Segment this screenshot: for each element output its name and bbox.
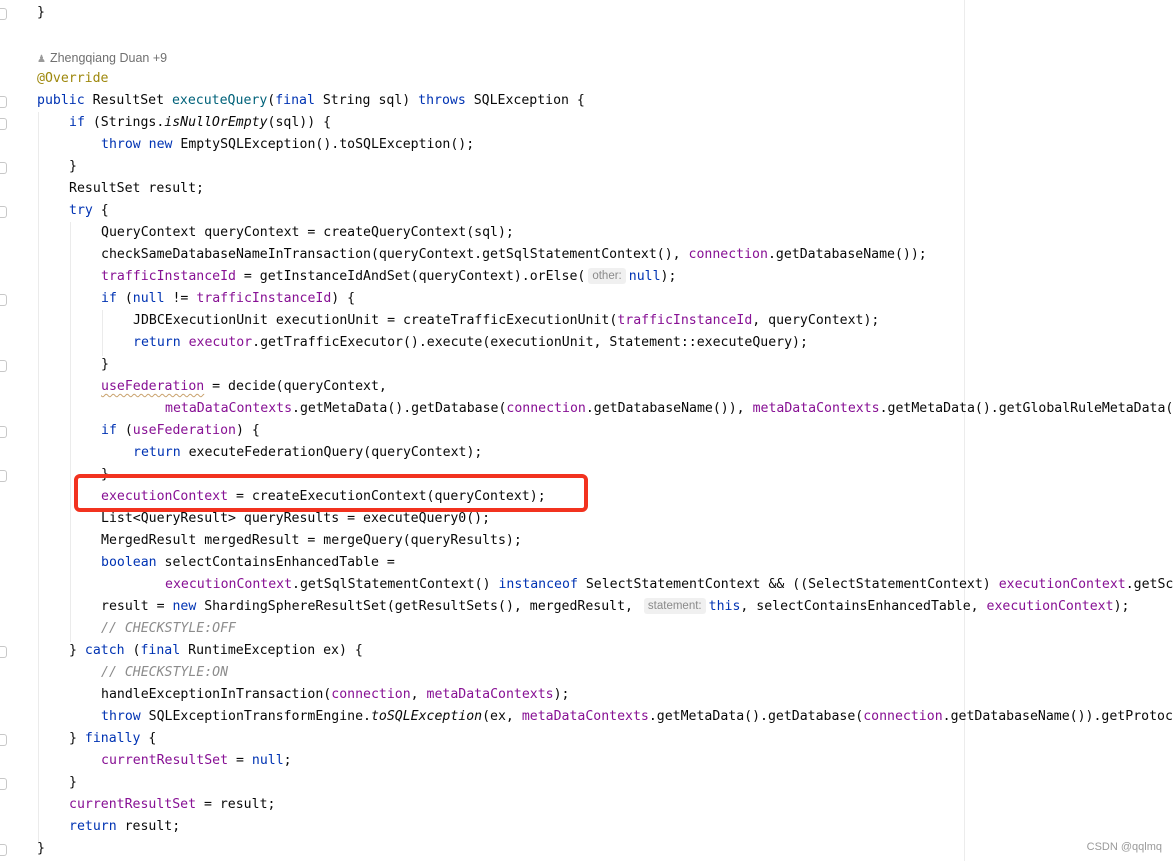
code-line: return executor.getTrafficExecutor().exe…	[133, 335, 808, 350]
code-line: } finally {	[69, 731, 157, 746]
author-name: Zhengqiang Duan +9	[49, 51, 168, 65]
code-line: } catch (final RuntimeException ex) {	[69, 643, 363, 658]
code-line: trafficInstanceId = getInstanceIdAndSet(…	[101, 268, 677, 284]
code-line: throw new EmptySQLException().toSQLExcep…	[101, 137, 475, 152]
author-inlay[interactable]: ♟ Zhengqiang Duan +9	[37, 48, 167, 68]
code-line: return result;	[69, 819, 181, 834]
red-highlight-box	[74, 474, 588, 512]
code-line: throw SQLExceptionTransformEngine.toSQLE…	[101, 709, 1173, 724]
indent-guide	[102, 310, 103, 356]
code-line: }	[37, 841, 45, 856]
code-line: boolean selectContainsEnhancedTable =	[101, 555, 395, 570]
code-line: handleExceptionInTransaction(connection,…	[101, 687, 570, 702]
code-line: MergedResult mergedResult = mergeQuery(q…	[101, 533, 522, 548]
code-line: executionContext.getSqlStatementContext(…	[165, 577, 1174, 592]
code-line: @Override	[37, 71, 109, 86]
code-line: if (Strings.isNullOrEmpty(sql)) {	[69, 115, 332, 130]
person-icon: ♟	[37, 54, 46, 65]
code-line: QueryContext queryContext = createQueryC…	[101, 225, 514, 240]
indent-guide	[70, 222, 71, 642]
parameter-hint: other:	[588, 268, 626, 284]
code-line: }	[101, 357, 109, 372]
code-line: // CHECKSTYLE:OFF	[101, 621, 236, 636]
code-line: public ResultSet executeQuery(final Stri…	[37, 93, 585, 108]
code-line: currentResultSet = result;	[69, 797, 276, 812]
code-line: result = new ShardingSphereResultSet(get…	[101, 598, 1130, 614]
watermark: CSDN @qqlmq	[1086, 841, 1162, 853]
parameter-hint: statement:	[643, 598, 706, 614]
code-line: if (useFederation) {	[101, 423, 260, 438]
code-line: currentResultSet = null;	[101, 753, 292, 768]
code-editor[interactable]: } ♟ Zhengqiang Duan +9 @Override public R…	[0, 0, 1176, 861]
code-line: useFederation = decide(queryContext,	[101, 379, 387, 394]
code-line: if (null != trafficInstanceId) {	[101, 291, 356, 306]
code-line: try {	[69, 203, 109, 218]
indent-guide	[38, 112, 39, 844]
code-line: }	[69, 775, 77, 790]
code-line: }	[37, 5, 45, 20]
code-line: }	[69, 159, 77, 174]
code-line: return executeFederationQuery(queryConte…	[133, 445, 483, 460]
code-line: ResultSet result;	[69, 181, 204, 196]
code-line: // CHECKSTYLE:ON	[101, 665, 229, 680]
code-line: checkSameDatabaseNameInTransaction(query…	[101, 247, 927, 262]
code-line: JDBCExecutionUnit executionUnit = create…	[133, 313, 880, 328]
code-line: metaDataContexts.getMetaData().getDataba…	[165, 401, 1174, 416]
